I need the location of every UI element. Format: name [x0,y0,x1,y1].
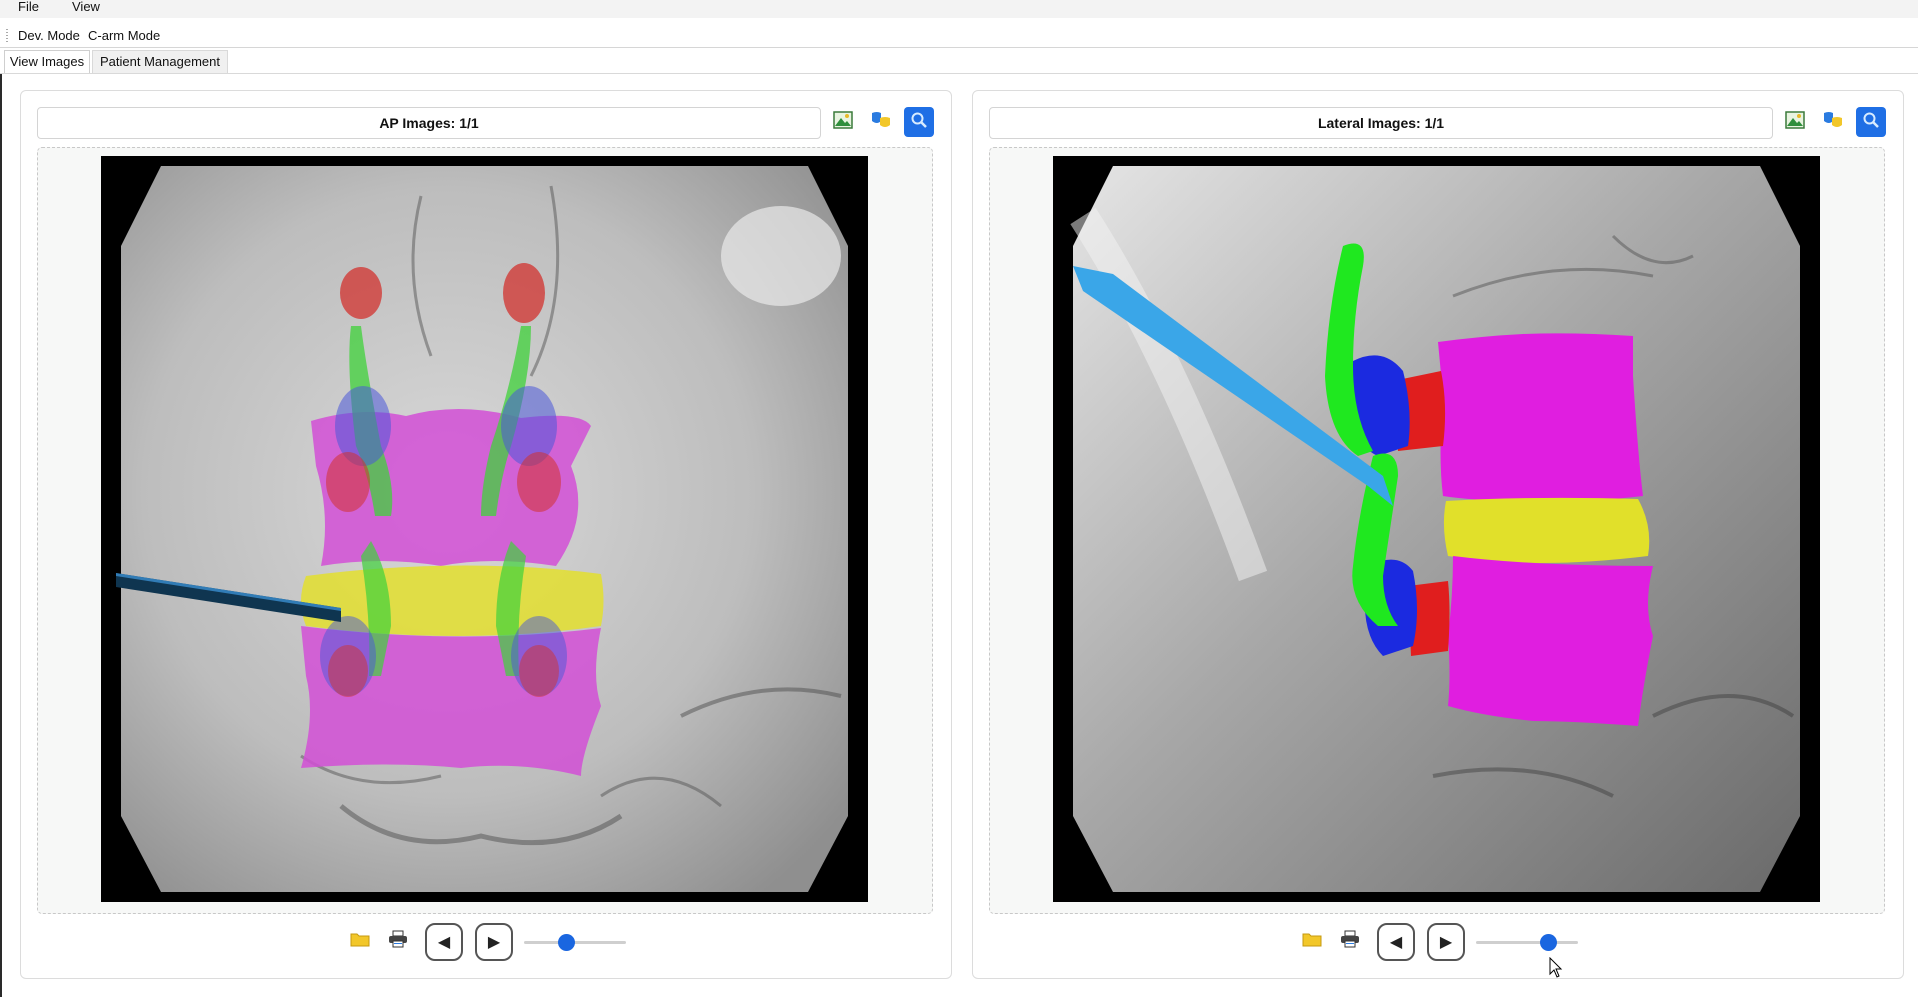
ap-mask-button[interactable] [866,107,896,137]
print-icon [388,930,408,953]
lateral-next-button[interactable]: ▶ [1427,923,1465,961]
image-icon [1785,110,1805,134]
lateral-prev-button[interactable]: ◀ [1377,923,1415,961]
lateral-panel: Lateral Images: 1/1 ◀ ▶ [972,90,1904,979]
zoom-icon [910,111,928,134]
ap-next-button[interactable]: ▶ [475,923,513,961]
ap-image-button[interactable] [828,107,858,137]
lateral-open-folder-button[interactable] [1298,927,1326,955]
tab-divider [0,73,1918,74]
ap-slider-track [524,941,626,944]
window-edge [0,74,2,997]
lateral-image-button[interactable] [1780,107,1810,137]
toolbar-divider [0,47,1918,48]
image-icon [833,110,853,134]
folder-icon [350,931,370,952]
menu-bar: File View [0,0,1918,18]
lateral-zoom-button[interactable] [1856,107,1886,137]
carm-mode-button[interactable]: C-arm Mode [88,28,160,44]
ap-open-folder-button[interactable] [346,927,374,955]
mode-toolbar: Dev. Mode C-arm Mode [0,25,1918,47]
tab-view-images[interactable]: View Images [4,50,90,74]
lateral-title: Lateral Images: 1/1 [989,107,1773,139]
menu-file[interactable]: File [16,0,41,14]
toolbar-grip[interactable] [6,29,8,43]
tab-patient-management[interactable]: Patient Management [92,50,228,73]
lateral-mask-button[interactable] [1818,107,1848,137]
lateral-slider-track [1476,941,1578,944]
folder-icon [1302,931,1322,952]
dev-mode-button[interactable]: Dev. Mode [18,28,80,44]
ap-zoom-button[interactable] [904,107,934,137]
ap-panel: AP Images: 1/1 ◀ ▶ [20,90,952,979]
mouse-cursor-icon [1549,956,1563,984]
prev-icon: ◀ [437,934,451,951]
mask-icon [1822,110,1844,135]
next-icon: ▶ [1439,934,1453,951]
lateral-xray-viewer[interactable] [1053,156,1820,902]
lateral-image-slider[interactable] [1476,923,1578,961]
ap-slider-handle[interactable] [558,934,575,951]
print-icon [1340,930,1360,953]
zoom-icon [1862,111,1880,134]
lateral-controls: ◀ ▶ [1298,923,1578,963]
ap-print-button[interactable] [384,927,412,955]
next-icon: ▶ [487,934,501,951]
lateral-print-button[interactable] [1336,927,1364,955]
ap-xray-viewer[interactable] [101,156,868,902]
ap-xray-image [116,166,848,892]
mask-icon [870,110,892,135]
lateral-xray-image [1070,166,1800,892]
ap-title: AP Images: 1/1 [37,107,821,139]
ap-prev-button[interactable]: ◀ [425,923,463,961]
prev-icon: ◀ [1389,934,1403,951]
ap-controls: ◀ ▶ [346,923,626,963]
ap-image-slider[interactable] [524,923,626,961]
menu-view[interactable]: View [70,0,102,14]
lateral-slider-handle[interactable] [1540,934,1557,951]
lateral-image-frame [989,147,1885,914]
ap-image-frame [37,147,933,914]
main-tabs: View Images Patient Management [0,50,1918,74]
